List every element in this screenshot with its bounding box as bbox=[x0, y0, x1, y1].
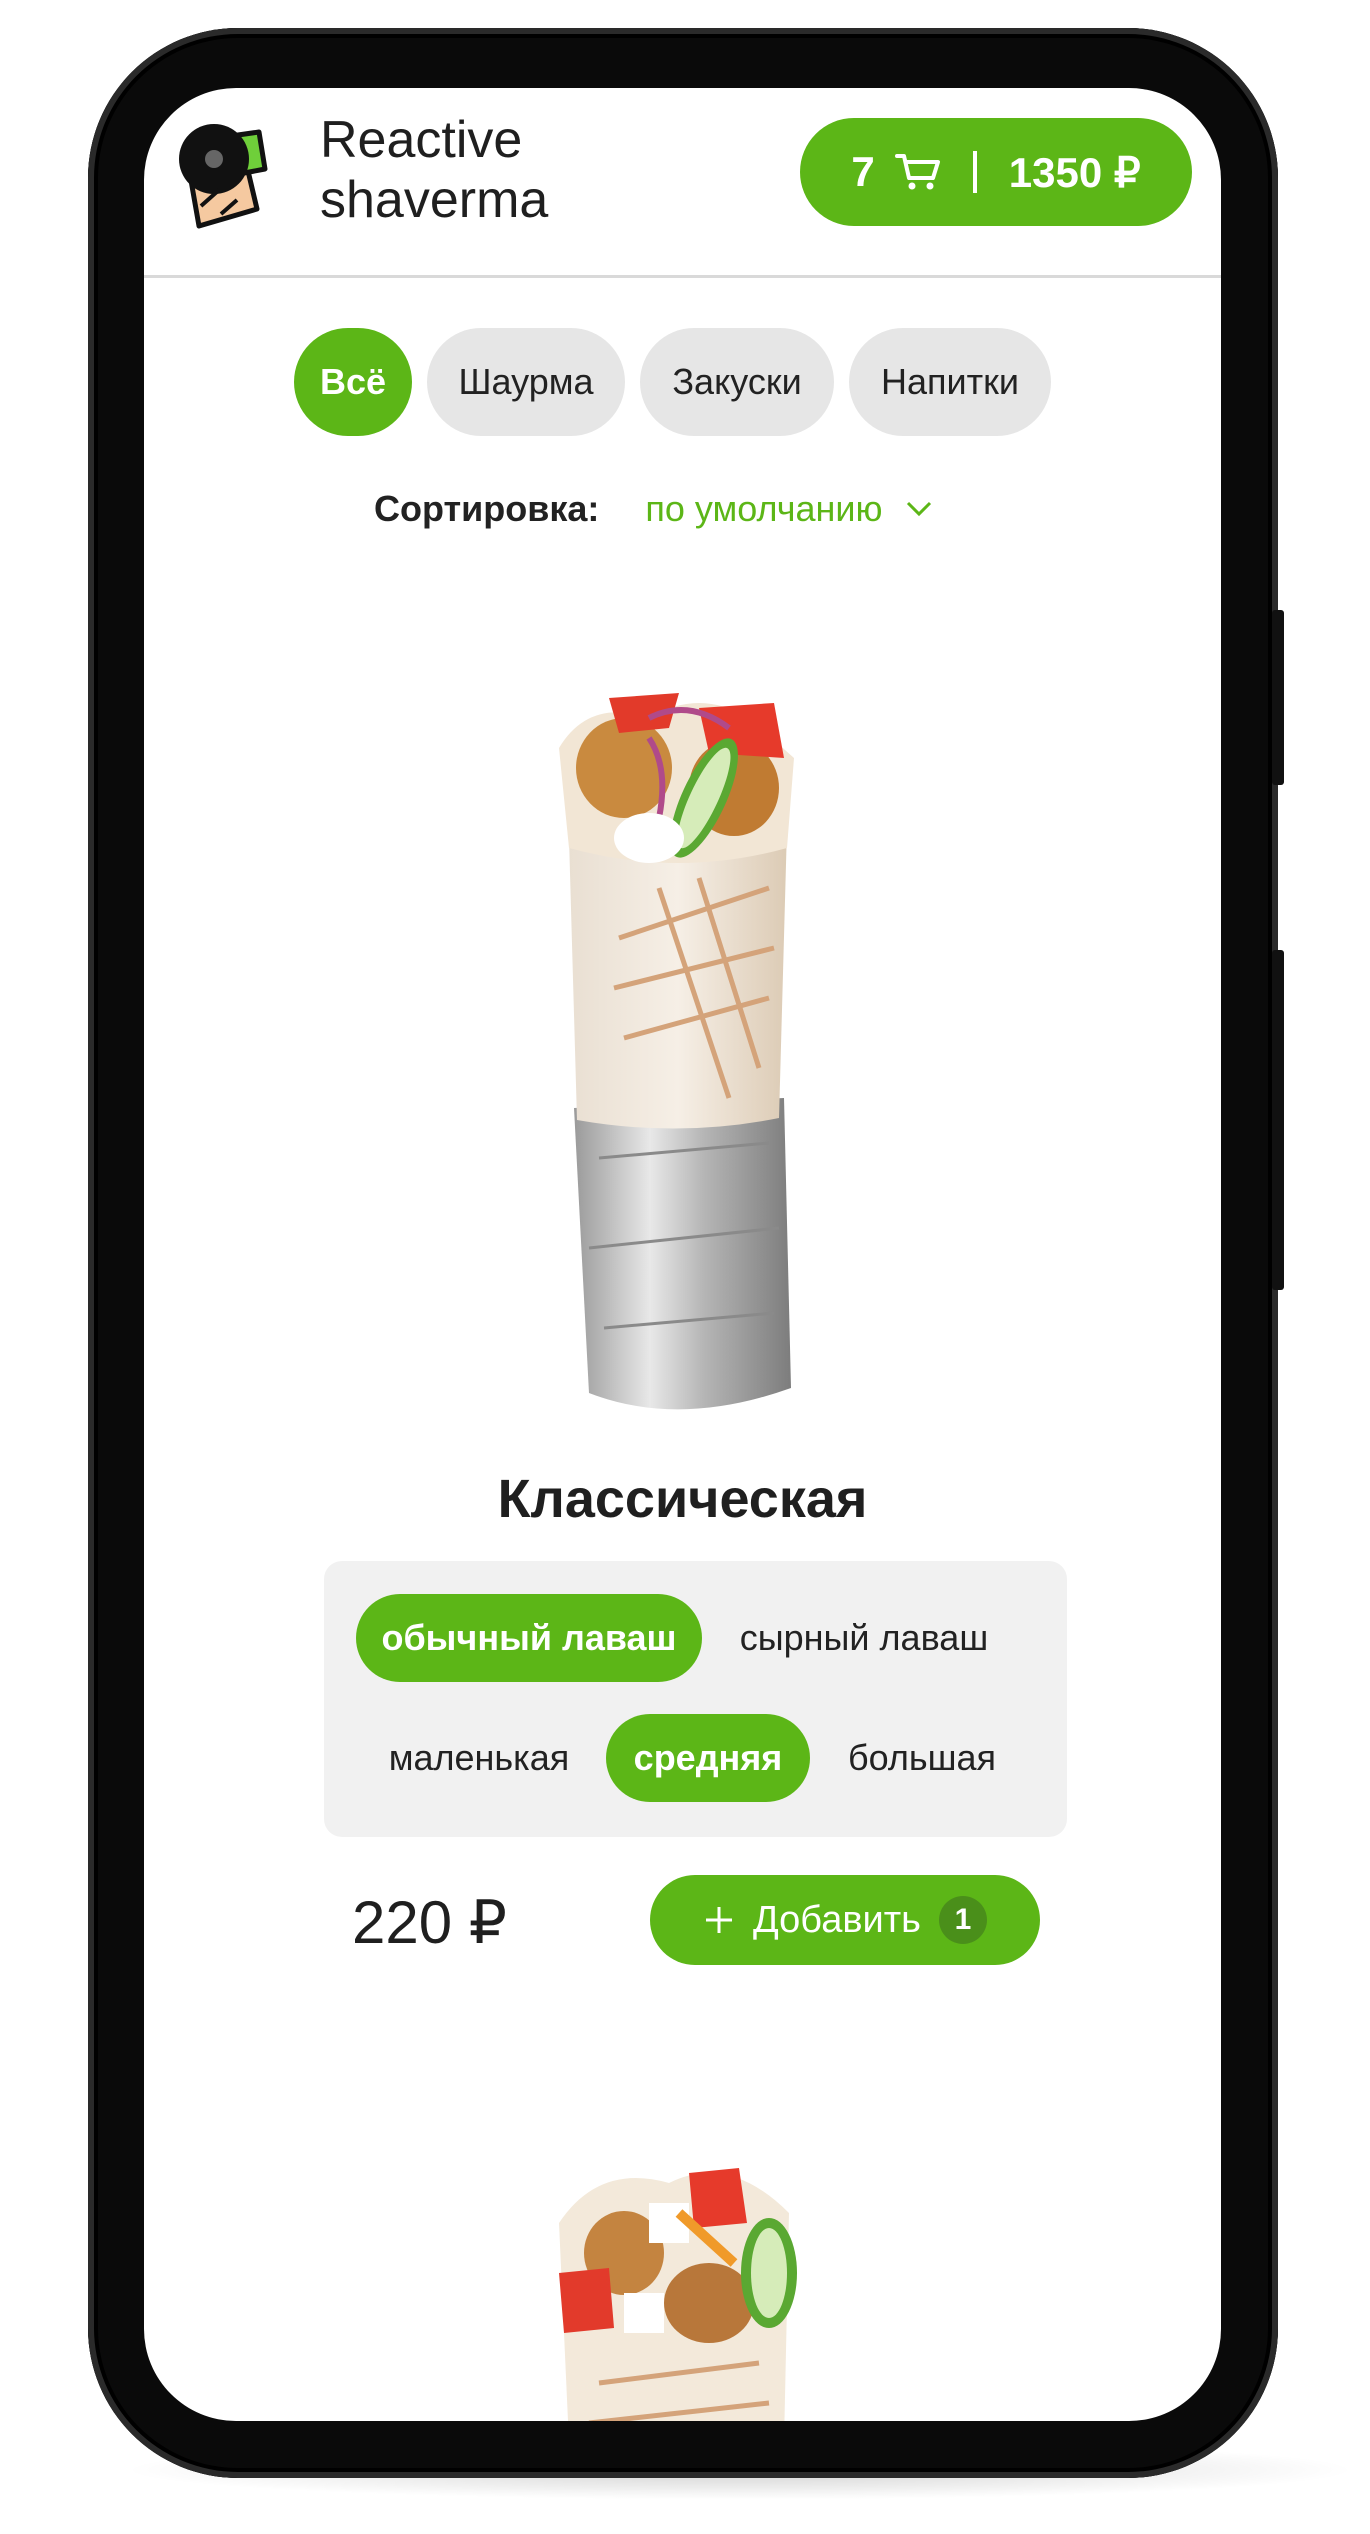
product-title: Классическая bbox=[497, 1469, 868, 1529]
option-cheese-lavash[interactable]: сырный лаваш bbox=[714, 1594, 1014, 1682]
cart-count: 7 bbox=[851, 148, 875, 195]
cart-button[interactable]: 7 1350 ₽ bbox=[800, 118, 1192, 226]
option-size-medium[interactable]: средняя bbox=[606, 1714, 810, 1802]
cart-total: 1350 ₽ bbox=[1008, 148, 1141, 196]
option-regular-lavash[interactable]: обычный лаваш bbox=[356, 1594, 702, 1682]
product-price: 220 ₽ bbox=[352, 1889, 507, 1956]
plus-icon bbox=[706, 1907, 733, 1933]
tab-snacks[interactable]: Закуски bbox=[640, 328, 834, 436]
sort-label: Сортировка: bbox=[374, 488, 600, 529]
tab-drinks[interactable]: Напитки bbox=[849, 328, 1051, 436]
tab-all[interactable]: Всё bbox=[294, 328, 412, 436]
cart-separator bbox=[972, 151, 977, 193]
product-options: обычный лаваш сырный лаваш маленькая сре… bbox=[324, 1561, 1067, 1837]
tab-shaurma[interactable]: Шаурма bbox=[427, 328, 625, 436]
brand-name[interactable]: Reactive shaverma bbox=[320, 110, 548, 230]
category-tabs: Всё Шаурма Закуски Напитки bbox=[294, 328, 1051, 436]
option-size-small[interactable]: маленькая bbox=[364, 1714, 594, 1802]
shaverma-image bbox=[559, 693, 794, 1410]
phone-power-button bbox=[1272, 950, 1284, 1290]
sort-dropdown[interactable]: по умолчанию bbox=[645, 488, 882, 530]
logo-icon[interactable] bbox=[169, 114, 274, 232]
cart-icon bbox=[894, 154, 940, 190]
add-button-label: Добавить bbox=[753, 1898, 921, 1941]
option-size-large[interactable]: большая bbox=[820, 1714, 1024, 1802]
sort-control: Сортировка: по умолчанию bbox=[374, 488, 934, 530]
phone-screen: Reactive shaverma 7 1350 ₽ Всё Шаурма За… bbox=[144, 88, 1221, 2421]
add-to-cart-button[interactable]: Добавить 1 bbox=[650, 1875, 1040, 1965]
header: Reactive shaverma 7 1350 ₽ bbox=[144, 88, 1221, 278]
phone-volume-button bbox=[1272, 610, 1284, 785]
shaverma-image-2 bbox=[559, 2168, 797, 2421]
added-count-badge: 1 bbox=[938, 1896, 987, 1944]
chevron-down-icon[interactable] bbox=[904, 499, 934, 519]
brand-line-2: shaverma bbox=[320, 171, 549, 229]
brand-line-1: Reactive bbox=[320, 111, 523, 169]
